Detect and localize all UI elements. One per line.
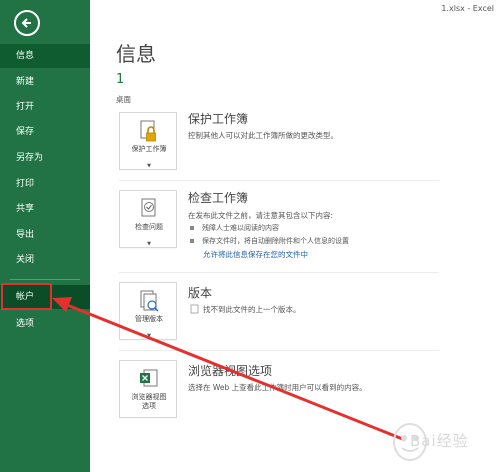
watermark-text: Bai经验	[410, 432, 469, 450]
annotation-arrow	[52, 297, 406, 442]
